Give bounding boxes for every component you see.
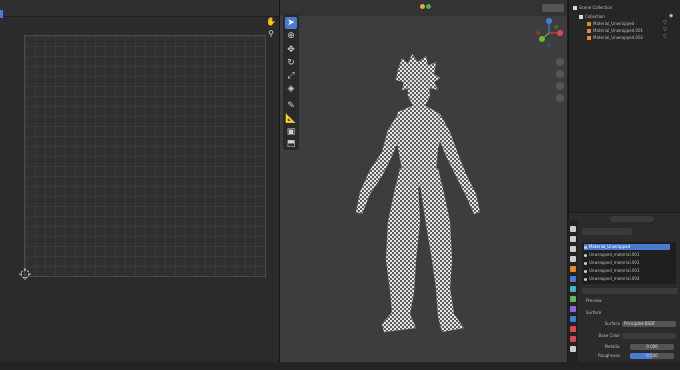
data-tab-icon[interactable]	[570, 316, 576, 322]
material-name-field[interactable]	[582, 288, 678, 294]
outliner-row[interactable]: Material_Unwrapped.001	[587, 27, 657, 34]
uv-2d-cursor-icon[interactable]	[19, 268, 31, 280]
zoom-icon[interactable]	[556, 58, 564, 66]
uv-grid[interactable]	[24, 35, 266, 277]
mesh-icon	[587, 29, 591, 33]
rotate-icon[interactable]: ↻	[285, 57, 297, 69]
surface-section-header[interactable]: Surface	[586, 310, 646, 316]
transform-icon[interactable]: ◈	[285, 83, 297, 95]
cursor-3d-icon[interactable]: ⊕	[285, 30, 297, 42]
roughness-slider[interactable]: 0.500	[630, 353, 674, 359]
filter-icon[interactable]: ▽	[663, 20, 667, 26]
annotate-icon[interactable]: ✎	[285, 100, 297, 112]
object-selector[interactable]	[582, 228, 632, 235]
hand-icon[interactable]: ✋	[266, 17, 276, 27]
field-label: Metallic	[604, 344, 620, 349]
field-label: Base Color	[598, 333, 620, 338]
properties-tabs	[568, 220, 578, 362]
cursor-arrow-icon[interactable]: ➤	[285, 17, 297, 29]
move-icon[interactable]: ✥	[285, 44, 297, 56]
physics-tab-icon[interactable]	[570, 296, 576, 302]
view-layer-tab-icon[interactable]	[570, 256, 576, 262]
material-icon	[584, 277, 587, 281]
material-icon	[584, 269, 587, 273]
material-icon	[584, 245, 587, 249]
properties-search-input[interactable]	[610, 216, 654, 222]
collection-icon	[579, 15, 583, 19]
output-tab-icon[interactable]	[570, 246, 576, 252]
uv-editor-header	[0, 0, 279, 17]
material-slot-list[interactable]: Material_Unwrapped Unwrapped_material.00…	[582, 242, 676, 284]
modifier-tab-icon[interactable]	[570, 276, 576, 282]
shading-dropdown[interactable]	[542, 4, 564, 12]
measure-icon[interactable]: 📐	[285, 113, 297, 125]
material-tab-icon[interactable]	[570, 326, 576, 332]
mesh-icon	[587, 22, 591, 26]
particles-tab-icon[interactable]	[570, 286, 576, 292]
perspective-icon[interactable]	[556, 94, 564, 102]
metallic-slider[interactable]: 0.000	[630, 344, 674, 350]
material-slot[interactable]: Material_Unwrapped	[584, 244, 670, 250]
character-model[interactable]	[340, 52, 490, 337]
navigation-gizmo[interactable]	[532, 16, 566, 50]
tool-tab-icon[interactable]	[570, 226, 576, 232]
constraints-tab-icon[interactable]	[570, 306, 576, 312]
outliner-panel: Scene Collection Collection Material_Unw…	[568, 0, 680, 212]
filter-icon[interactable]: ▽	[663, 27, 667, 33]
field-label: Roughness	[598, 353, 620, 358]
texture-tab-icon[interactable]	[570, 336, 576, 342]
surface-shader-field[interactable]: Principled BSDF	[622, 321, 676, 327]
filter-icon[interactable]: ▽	[663, 34, 667, 40]
gizmo-dot-icon[interactable]	[426, 4, 431, 9]
scale-icon[interactable]: ⤢	[285, 70, 297, 82]
extrude-icon[interactable]: ⬒	[285, 138, 297, 150]
add-cube-icon[interactable]: ▣	[285, 126, 297, 138]
field-label: Surface	[604, 321, 620, 326]
material-slot[interactable]: Unwrapped_material.002	[584, 260, 670, 266]
viewport-toolbar: ➤ ⊕ ✥ ↻ ⤢ ◈ ✎ 📐 ▣ ⬒	[283, 14, 299, 150]
magnify-icon[interactable]: ⚲	[266, 29, 276, 39]
pan-icon[interactable]	[556, 70, 564, 78]
object-tab-icon[interactable]	[570, 266, 576, 272]
uv-editor-active-tab[interactable]	[0, 10, 3, 18]
visibility-icon[interactable]: ◉	[669, 13, 673, 19]
outliner-row[interactable]: Material_Unwrapped	[587, 20, 657, 27]
mesh-icon	[587, 36, 591, 40]
render-tab-icon[interactable]	[570, 236, 576, 242]
overlay-dot-icon[interactable]	[420, 4, 425, 9]
outliner-row[interactable]: Collection	[579, 13, 673, 20]
world-tab-icon[interactable]	[570, 346, 576, 352]
status-bar	[0, 362, 680, 370]
material-icon	[584, 261, 587, 265]
material-icon	[584, 253, 587, 257]
material-slot[interactable]: Unwrapped_material.001	[584, 252, 670, 258]
collection-icon	[573, 6, 577, 10]
preview-section-header[interactable]: Preview	[586, 298, 646, 304]
material-slot[interactable]: Unwrapped_material.003	[584, 268, 670, 274]
base-color-field[interactable]	[622, 333, 676, 339]
outliner-row[interactable]: Material_Unwrapped.002	[587, 34, 657, 41]
camera-icon[interactable]	[556, 82, 564, 90]
outliner-row[interactable]: Scene Collection	[573, 4, 673, 11]
material-slot[interactable]: Unwrapped_material.004	[584, 276, 670, 282]
